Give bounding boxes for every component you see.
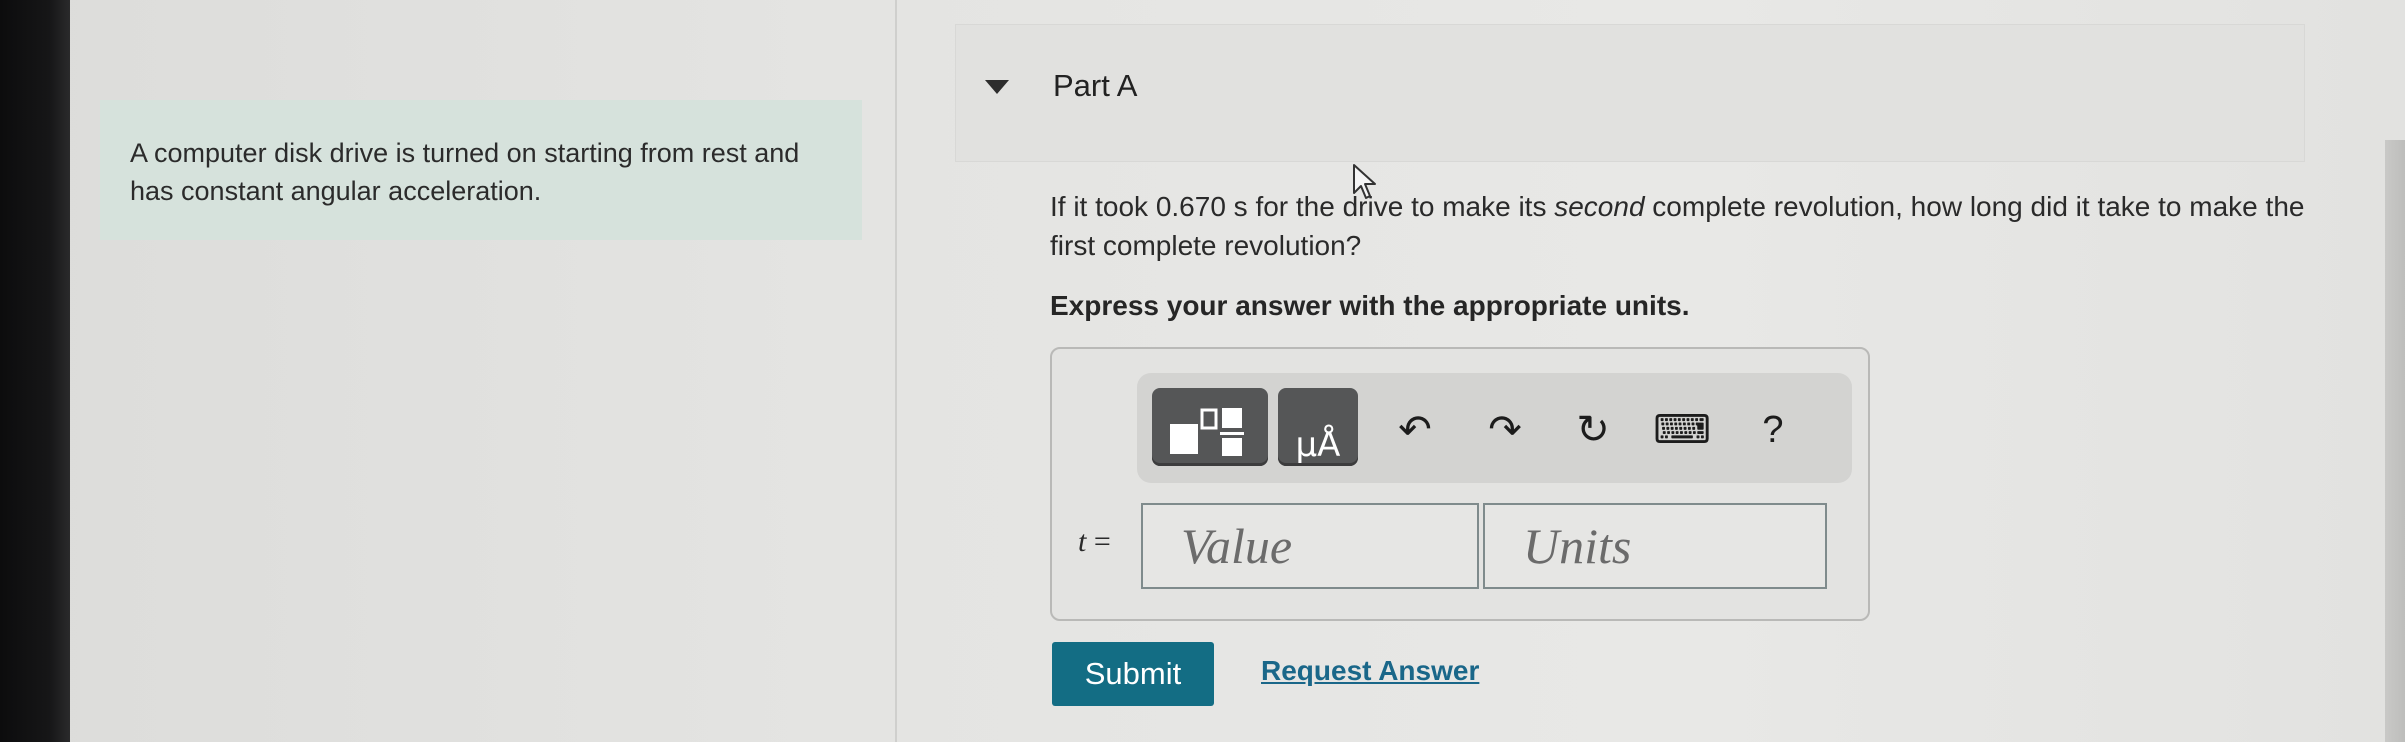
monitor-bezel <box>0 0 70 742</box>
screen: A computer disk drive is turned on start… <box>0 0 2405 742</box>
svg-text:μÅ: μÅ <box>1296 424 1341 465</box>
part-title: Part A <box>1053 68 1138 103</box>
mouse-pointer-icon <box>1353 164 1376 199</box>
question-text: If it took 0.670 s for the drive to make… <box>1050 187 2320 265</box>
help-icon[interactable]: ? <box>1748 405 1798 455</box>
templates-button[interactable] <box>1152 388 1268 466</box>
redo-icon[interactable]: ↷ <box>1480 405 1530 455</box>
units-button[interactable]: μÅ <box>1278 388 1358 466</box>
submit-button[interactable]: Submit <box>1052 642 1214 706</box>
units-input[interactable]: Units <box>1483 503 1827 589</box>
keyboard-icon[interactable]: ⌨ <box>1653 405 1711 455</box>
problem-intro: A computer disk drive is turned on start… <box>100 100 862 240</box>
scrollbar-track[interactable] <box>2385 140 2405 742</box>
units-icon: μÅ <box>1296 424 1341 465</box>
question-emphasis: second <box>1554 191 1645 222</box>
question-text-start: If it took 0.670 s for the drive to make… <box>1050 191 1555 222</box>
value-input[interactable]: Value <box>1141 503 1479 589</box>
request-answer-link[interactable]: Request Answer <box>1261 655 1479 687</box>
undo-icon[interactable]: ↶ <box>1390 405 1440 455</box>
variable-label: t = <box>1078 525 1111 559</box>
templates-icon <box>1170 408 1244 456</box>
collapse-caret-icon[interactable] <box>985 80 1009 94</box>
part-header[interactable] <box>955 24 2305 162</box>
column-divider <box>895 0 897 742</box>
answer-instruction: Express your answer with the appropriate… <box>1050 290 1690 321</box>
equals-sign: = <box>1086 525 1111 558</box>
reset-icon[interactable]: ↻ <box>1568 405 1618 455</box>
problem-intro-text: A computer disk drive is turned on start… <box>130 138 800 206</box>
